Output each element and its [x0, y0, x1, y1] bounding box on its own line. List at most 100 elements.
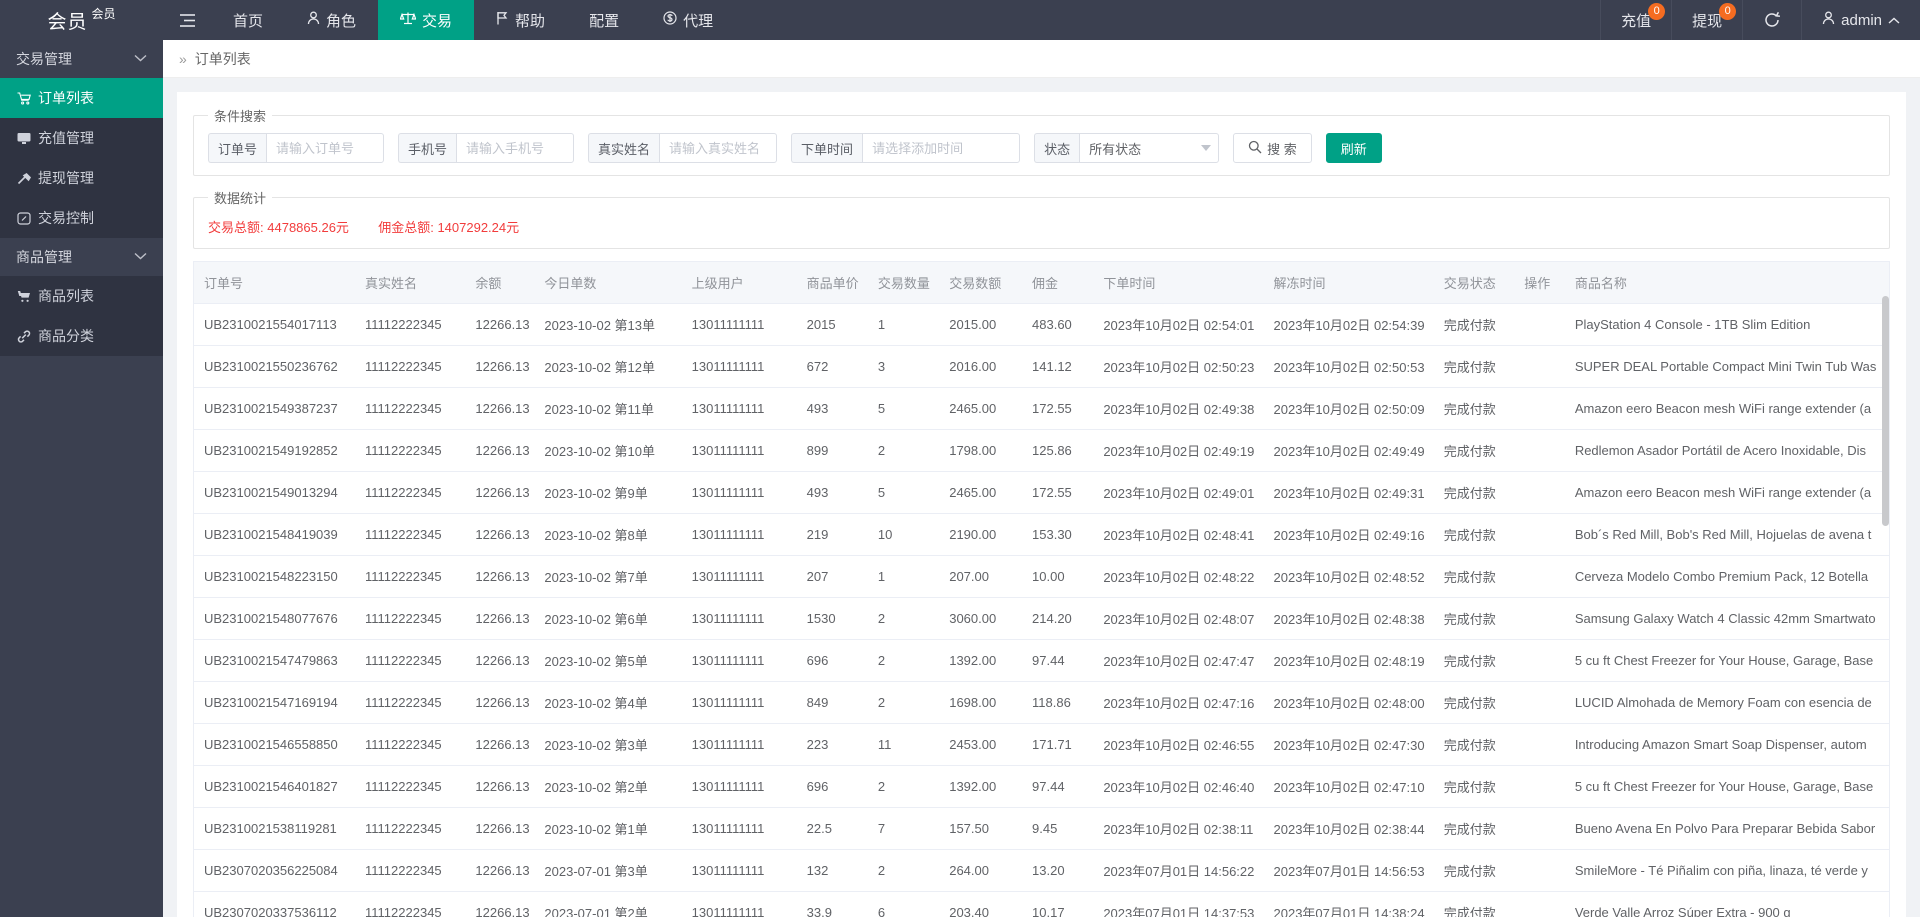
recharge-label: 充值 [1621, 12, 1652, 30]
cell-unit-price: 132 [796, 849, 868, 892]
cell-balance: 12266.13 [465, 471, 535, 514]
col-unit-price: 商品单价 [796, 262, 868, 304]
refresh-button[interactable]: 刷新 [1325, 133, 1382, 163]
sidebar-item-product-list[interactable]: 商品列表 [0, 276, 163, 316]
cart-filled-icon [16, 290, 31, 303]
cell-amount: 2015.00 [939, 303, 1023, 346]
cell-order-time: 2023年10月02日 02:46:40 [1093, 765, 1264, 808]
table-row[interactable]: UB2310021549013294 11112222345 12266.13 202… [194, 471, 1889, 514]
menu-icon[interactable] [163, 0, 211, 40]
table-row[interactable]: UB2310021548077676 11112222345 12266.13 202… [194, 597, 1889, 640]
cell-unfreeze-time: 2023年10月02日 02:48:38 [1263, 597, 1434, 640]
cell-quantity: 7 [867, 807, 940, 850]
table-row[interactable]: UB2310021547479863 11112222345 12266.13 202… [194, 639, 1889, 682]
search-input-order-no[interactable] [266, 133, 385, 163]
cell-quantity: 5 [867, 471, 940, 514]
col-order-no: 订单号 [194, 262, 356, 304]
search-input-real-name[interactable] [659, 133, 778, 163]
nav-item-agent[interactable]: 代理 [641, 0, 735, 40]
table-row[interactable]: UB2310021548419039 11112222345 12266.13 202… [194, 513, 1889, 556]
nav-item-transaction[interactable]: 交易 [378, 0, 475, 40]
table-row[interactable]: UB2310021549387237 11112222345 12266.13 202… [194, 387, 1889, 430]
table-row[interactable]: UB2310021554017113 11112222345 12266.13 202… [194, 303, 1889, 346]
cell-parent-user: 13011111111 [681, 471, 797, 514]
withdraw-badge: 0 [1719, 3, 1737, 20]
table-row[interactable]: UB2310021550236762 11112222345 12266.13 202… [194, 345, 1889, 388]
cell-today-orders: 2023-10-02 第11单 [534, 387, 682, 430]
sidebar-label-product-category: 商品分类 [38, 328, 94, 344]
nav-item-help[interactable]: 帮助 [474, 0, 567, 40]
cell-amount: 1392.00 [939, 765, 1023, 808]
cell-order-time: 2023年10月02日 02:48:22 [1093, 555, 1264, 598]
sidebar-submenu-product: 商品列表 商品分类 [0, 276, 163, 356]
cell-order-time: 2023年10月02日 02:49:38 [1093, 387, 1264, 430]
sidebar-group-label-transaction: 交易管理 [16, 51, 72, 67]
cell-real-name: 11112222345 [355, 765, 466, 808]
search-button-label: 搜 索 [1267, 141, 1297, 157]
sidebar-item-recharge-mgmt[interactable]: 充值管理 [0, 118, 163, 158]
nav-item-role[interactable]: 角色 [285, 0, 378, 40]
recharge-button[interactable]: 充值 0 [1600, 0, 1671, 40]
table-row[interactable]: UB2310021546558850 11112222345 12266.13 202… [194, 723, 1889, 766]
sidebar-group-product[interactable]: 商品管理 [0, 238, 163, 276]
cell-quantity: 10 [867, 513, 940, 556]
col-action: 操作 [1514, 262, 1565, 304]
cell-commission: 118.86 [1022, 681, 1094, 724]
status-select[interactable] [1079, 133, 1220, 163]
nav-label-config: 配置 [589, 12, 620, 30]
cell-commission: 97.44 [1022, 639, 1094, 682]
cell-unfreeze-time: 2023年10月02日 02:48:00 [1263, 681, 1434, 724]
sidebar-item-product-category[interactable]: 商品分类 [0, 316, 163, 356]
sidebar-label-order-list: 订单列表 [38, 90, 94, 106]
cell-order-time: 2023年10月02日 02:38:11 [1093, 807, 1264, 850]
orders-table: 订单号 真实姓名 余额 今日单数 上级用户 商品单价 交易数量 交易数额 佣金 … [194, 262, 1889, 917]
search-input-phone[interactable] [456, 133, 575, 163]
sidebar-group-label-product: 商品管理 [16, 249, 72, 265]
table-row[interactable]: UB2310021549192852 11112222345 12266.13 202… [194, 429, 1889, 472]
table-row[interactable]: UB2310021538119281 11112222345 12266.13 202… [194, 807, 1889, 850]
table-row[interactable]: UB2307020337536112 11112222345 12266.13 202… [194, 891, 1889, 917]
sidebar-item-withdraw-mgmt[interactable]: 提现管理 [0, 158, 163, 198]
cell-commission: 153.30 [1022, 513, 1094, 556]
search-button[interactable]: 搜 索 [1233, 133, 1312, 163]
table-row[interactable]: UB2307020356225084 11112222345 12266.13 202… [194, 849, 1889, 892]
cell-product-name: PlayStation 4 Console - 1TB Slim Edition [1564, 303, 1889, 346]
cell-order-time: 2023年10月02日 02:47:16 [1093, 681, 1264, 724]
cell-real-name: 11112222345 [355, 681, 466, 724]
cell-real-name: 11112222345 [355, 639, 466, 682]
cell-action [1514, 639, 1565, 682]
sidebar-item-trade-control[interactable]: 交易控制 [0, 198, 163, 238]
cell-status: 完成付款 [1433, 345, 1515, 388]
cell-status: 完成付款 [1433, 807, 1515, 850]
cell-parent-user: 13011111111 [681, 597, 797, 640]
cell-status: 完成付款 [1433, 765, 1515, 808]
nav-item-config[interactable]: 配置 [567, 0, 641, 40]
total-amount-value: 4478865.26元 [267, 220, 349, 235]
cell-action [1514, 471, 1565, 514]
sidebar-item-order-list[interactable]: 订单列表 [0, 78, 163, 118]
monitor-icon [16, 132, 31, 145]
search-input-order-time[interactable] [862, 133, 1021, 163]
cell-unit-price: 493 [796, 387, 868, 430]
cell-unfreeze-time: 2023年10月02日 02:50:09 [1263, 387, 1434, 430]
cell-parent-user: 13011111111 [681, 639, 797, 682]
nav-item-home[interactable]: 首页 [211, 0, 285, 40]
sidebar-group-transaction[interactable]: 交易管理 [0, 40, 163, 78]
refresh-icon[interactable] [1742, 0, 1801, 40]
cell-action [1514, 555, 1565, 598]
cell-unit-price: 2015 [796, 303, 868, 346]
table-row[interactable]: UB2310021547169194 11112222345 12266.13 202… [194, 681, 1889, 724]
cell-unit-price: 219 [796, 513, 868, 556]
vertical-scrollbar-thumb[interactable] [1882, 296, 1889, 526]
table-row[interactable]: UB2310021548223150 11112222345 12266.13 202… [194, 555, 1889, 598]
cell-status: 完成付款 [1433, 429, 1515, 472]
user-menu[interactable]: admin [1801, 0, 1920, 40]
cell-product-name: Amazon eero Beacon mesh WiFi range exten… [1564, 471, 1889, 514]
withdraw-button[interactable]: 提现 0 [1671, 0, 1742, 40]
col-amount: 交易数额 [939, 262, 1023, 304]
table-row[interactable]: UB2310021546401827 11112222345 12266.13 202… [194, 765, 1889, 808]
cell-commission: 97.44 [1022, 765, 1094, 808]
cell-unit-price: 22.5 [796, 807, 868, 850]
username-label: admin [1841, 11, 1882, 29]
cell-product-name: 5 cu ft Chest Freezer for Your House, Ga… [1564, 765, 1889, 808]
